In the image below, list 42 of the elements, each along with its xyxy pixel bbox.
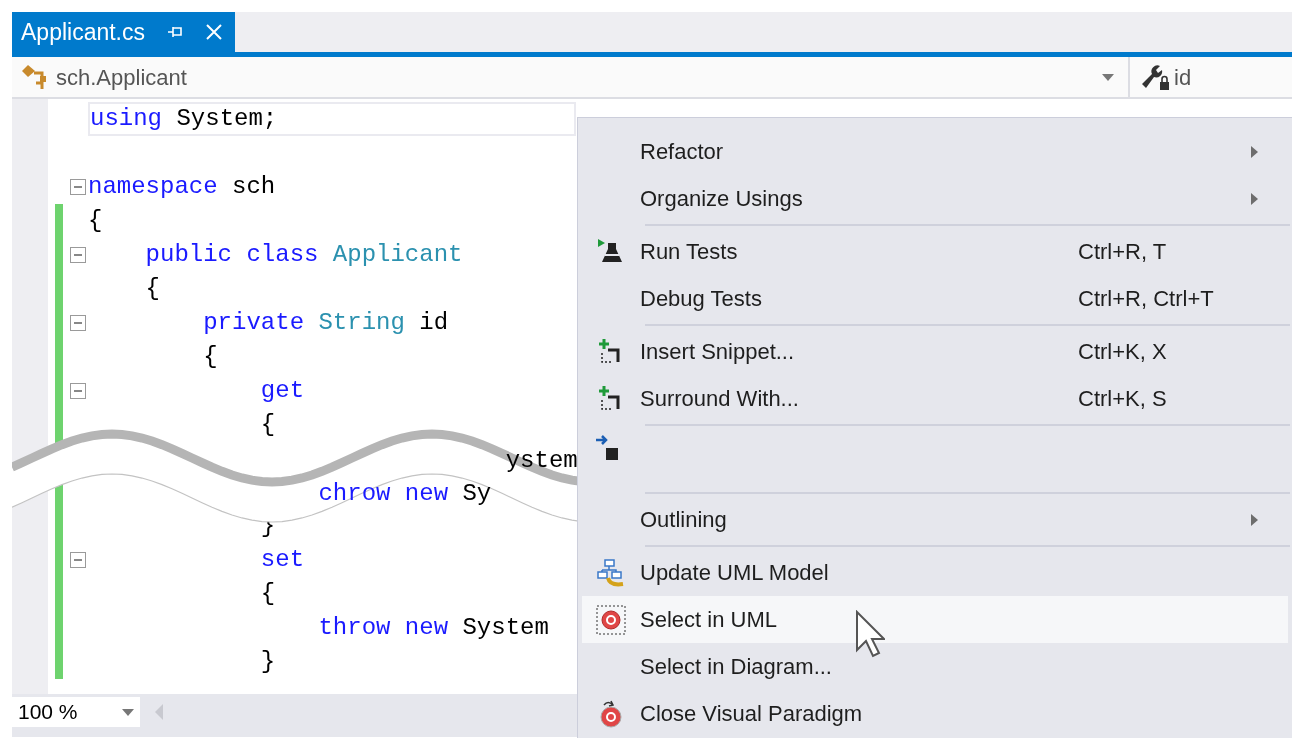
collapse-icon[interactable]	[70, 552, 86, 568]
zoom-dropdown[interactable]: 100 %	[12, 697, 140, 727]
menu-item[interactable]: Select in UML	[582, 596, 1288, 643]
code-line: namespace sch	[88, 172, 276, 202]
code-line: set	[259, 545, 305, 575]
code-line: {	[259, 410, 276, 440]
code-line: using System;	[90, 104, 278, 134]
menu-item[interactable]: Close Visual Paradigm	[582, 690, 1288, 737]
menu-item[interactable]: Outlining	[582, 496, 1288, 543]
menu-item[interactable]: Run Tests Ctrl+R, T	[582, 228, 1288, 275]
code-line: chrow new Sy	[317, 479, 492, 509]
close-icon[interactable]	[205, 23, 223, 41]
code-line: {	[259, 579, 276, 609]
collapse-icon[interactable]	[70, 179, 86, 195]
menu-item[interactable]: Insert Snippet... Ctrl+K, X	[582, 328, 1288, 375]
collapse-icon[interactable]	[70, 315, 86, 331]
code-line: }	[259, 647, 276, 677]
code-line: get	[259, 376, 305, 406]
menu-item[interactable]: Update UML Model	[582, 549, 1288, 596]
collapse-icon[interactable]	[70, 247, 86, 263]
type-scope-dropdown[interactable]: sch.Applicant	[12, 57, 1130, 97]
editor-tab[interactable]: Applicant.cs	[12, 12, 235, 52]
caret-icon	[1102, 73, 1114, 81]
menu-item[interactable]: Refactor	[582, 128, 1288, 175]
menu-item[interactable]: Select in Diagram...	[582, 643, 1288, 690]
caret-icon	[122, 708, 134, 716]
collapse-icon[interactable]	[70, 383, 86, 399]
code-line: throw new System	[317, 613, 549, 643]
code-line: {	[88, 206, 103, 236]
menu-item[interactable]: Organize Usings	[582, 175, 1288, 222]
code-line: {	[202, 342, 218, 372]
code-line: ystem	[504, 446, 578, 476]
pin-icon[interactable]	[167, 25, 183, 39]
member-dropdown[interactable]: id	[1130, 57, 1292, 97]
menu-item[interactable]: Debug Tests Ctrl+R, Ctrl+T	[582, 275, 1288, 322]
code-line: public class Applicant	[144, 240, 463, 270]
mouse-pointer-icon	[855, 610, 885, 658]
code-line: {	[144, 274, 160, 304]
menu-item[interactable]: Surround With... Ctrl+K, S	[582, 375, 1288, 422]
dashed-target-icon	[596, 604, 626, 635]
code-line: private String id	[202, 308, 449, 338]
diagram-arrow-icon	[596, 557, 626, 588]
